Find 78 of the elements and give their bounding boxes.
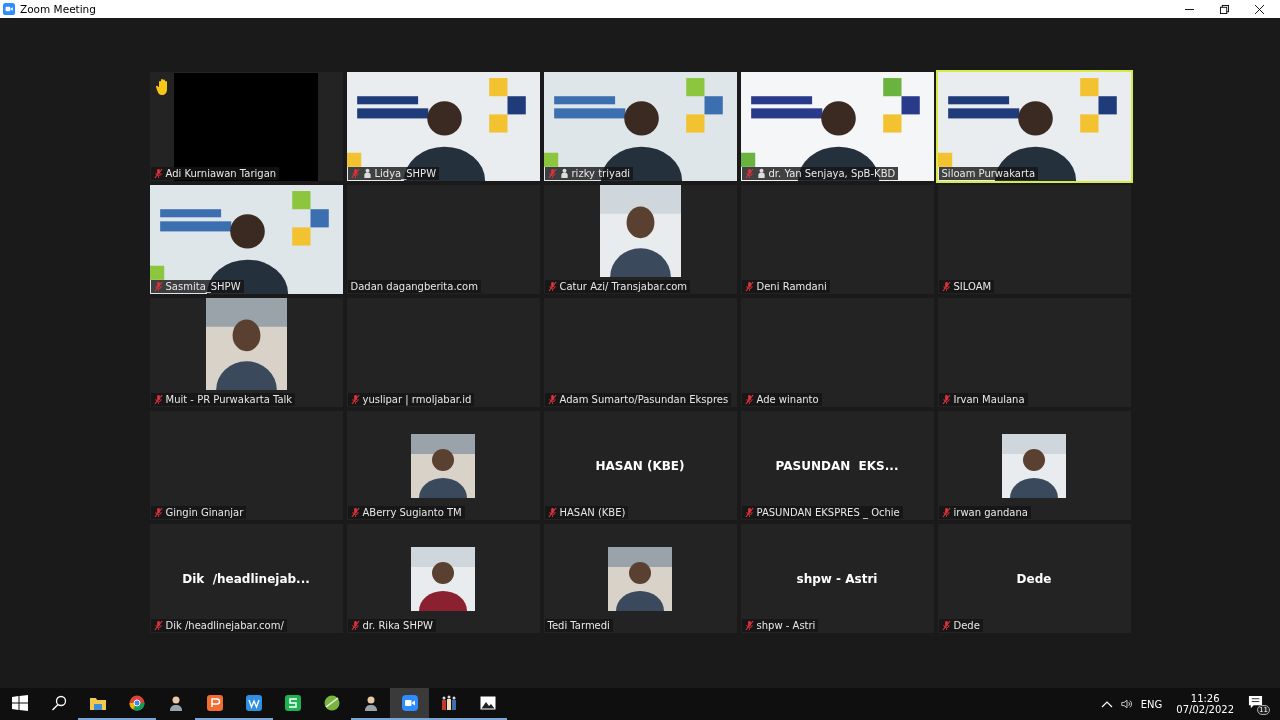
participant-name: rizky triyadi — [571, 168, 631, 179]
speaker-icon[interactable] — [1120, 699, 1133, 709]
video-tile[interactable]: Sasmita_SHPW — [149, 185, 343, 294]
video-tile[interactable]: Adi Kurniawan Tarigan — [149, 72, 343, 181]
video-tile[interactable]: Dede Dede — [937, 524, 1131, 633]
language-indicator[interactable]: ENG — [1140, 698, 1163, 710]
video-tile[interactable]: Dadan dagangberita.com — [346, 185, 540, 294]
user-icon — [167, 695, 184, 711]
presentation-app-icon — [206, 695, 223, 711]
clock-time[interactable]: 11:26 — [1190, 693, 1220, 704]
participant-name: Gingin Ginanjar — [165, 507, 244, 518]
participant-name: dr. Yan Senjaya, SpB-KBD — [768, 168, 896, 179]
participant-name: SILOAM — [953, 281, 992, 292]
video-tile[interactable]: irwan gandana — [937, 411, 1131, 520]
close-icon[interactable] — [1255, 4, 1264, 14]
taskbar-button[interactable] — [390, 688, 429, 720]
participant-name: Dik /headlinejab... — [182, 571, 310, 586]
participant-name: Ade winanto — [756, 394, 819, 405]
video-tile[interactable]: shpw - Astri shpw - Astri — [740, 524, 934, 633]
maximize-icon[interactable] — [1220, 4, 1229, 14]
participant-name: shpw - Astri — [796, 571, 878, 586]
participant-name: PASUNDAN EKS... — [775, 458, 899, 473]
video-tile[interactable]: Ade winanto — [740, 298, 934, 407]
video-tile[interactable]: Tedi Tarmedi — [543, 524, 737, 633]
participant-name: dr. Rika SHPW — [362, 620, 433, 631]
video-tile[interactable]: dr. Yan Senjaya, SpB-KBD — [740, 72, 934, 181]
user-icon — [362, 695, 379, 711]
participant-name: Muit - PR Purwakarta Talk — [165, 394, 293, 405]
participant-name: PASUNDAN EKSPRES _ Ochie — [756, 507, 900, 518]
video-tile[interactable]: Deni Ramdani — [740, 185, 934, 294]
participant-name: Dadan dagangberita.com — [350, 281, 478, 292]
app-icon — [3, 3, 15, 15]
video-tile[interactable]: dr. Rika SHPW — [346, 524, 540, 633]
video-tile[interactable]: PASUNDAN EKS... PASUNDAN EKSPRES _ Ochie — [740, 411, 934, 520]
participant-name: Deni Ramdani — [756, 281, 827, 292]
globe-icon — [323, 695, 340, 711]
participant-name: Lidya_SHPW — [374, 168, 437, 179]
participant-name: irwan gandana — [953, 507, 1028, 518]
browser-icon — [128, 695, 145, 711]
document-app-icon — [245, 695, 262, 711]
group-icon — [440, 695, 457, 711]
folder-icon — [89, 695, 106, 711]
video-tile[interactable]: yuslipar | rmoljabar.id — [346, 298, 540, 407]
participant-name: Irvan Maulana — [953, 394, 1025, 405]
video-tile[interactable]: Irvan Maulana — [937, 298, 1131, 407]
video-tile[interactable]: SILOAM — [937, 185, 1131, 294]
video-tile[interactable]: Muit - PR Purwakarta Talk — [149, 298, 343, 407]
video-tile[interactable]: ABerry Sugianto TM — [346, 411, 540, 520]
participant-name: Catur Azi/ Transjabar.com — [559, 281, 688, 292]
participant-name: ABerry Sugianto TM — [362, 507, 462, 518]
video-tile[interactable]: Adam Sumarto/Pasundan Ekspres — [543, 298, 737, 407]
windows-icon — [11, 695, 28, 711]
search-icon — [50, 695, 67, 711]
participant-name: HASAN (KBE) — [595, 458, 685, 473]
participant-name: yuslipar | rmoljabar.id — [362, 394, 472, 405]
clock-date[interactable]: 07/02/2022 — [1176, 704, 1234, 715]
video-tile[interactable]: Catur Azi/ Transjabar.com — [543, 185, 737, 294]
spreadsheet-app-icon — [284, 695, 301, 711]
participant-name: Dede — [953, 620, 980, 631]
participant-name: Adi Kurniawan Tarigan — [165, 168, 277, 179]
video-tile[interactable]: rizky triyadi — [543, 72, 737, 181]
video-tile[interactable]: HASAN (KBE) HASAN (KBE) — [543, 411, 737, 520]
video-tile[interactable]: Siloam Purwakarta — [937, 72, 1131, 181]
participant-name: Sasmita_SHPW — [165, 281, 241, 292]
participant-name: Siloam Purwakarta — [941, 168, 1036, 179]
window-title: Zoom Meeting — [20, 3, 96, 15]
participant-name: Dik /headlinejabar.com/ — [165, 620, 284, 631]
video-tile[interactable]: Dik /headlinejab... Dik /headlinejabar.com/ — [149, 524, 343, 633]
participant-name: HASAN (KBE) — [559, 507, 626, 518]
participant-name: Tedi Tarmedi — [547, 620, 610, 631]
participant-name: shpw - Astri — [756, 620, 816, 631]
image-icon — [479, 695, 496, 711]
chevron-up-icon[interactable] — [1100, 699, 1113, 709]
participant-name: Dede — [1016, 571, 1052, 586]
participant-name: Adam Sumarto/Pasundan Ekspres — [559, 394, 729, 405]
video-tile[interactable]: Gingin Ginanjar — [149, 411, 343, 520]
video-tile[interactable]: Lidya_SHPW — [346, 72, 540, 181]
video-camera-icon — [401, 695, 418, 711]
